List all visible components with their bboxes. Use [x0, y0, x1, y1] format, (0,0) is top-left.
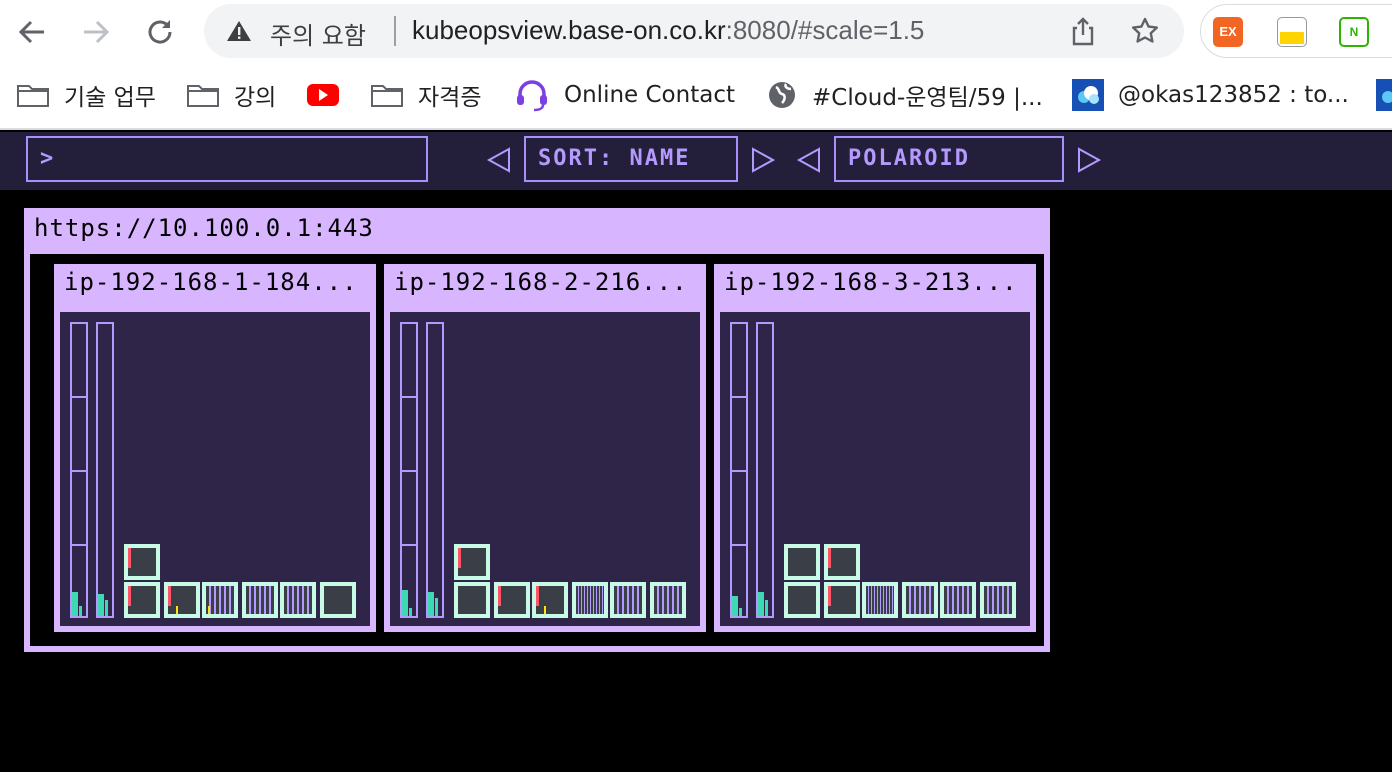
node-body	[60, 312, 370, 626]
extensions-area: EX N	[1200, 4, 1392, 58]
url-path: :8080/#scale=1.5	[725, 15, 925, 45]
cpu-bar	[730, 322, 748, 618]
pod[interactable]	[902, 582, 938, 618]
address-bar[interactable]: 주의 요함 kubeopsview.base-on.co.kr:8080/#sc…	[204, 4, 1184, 58]
memory-bar	[96, 322, 114, 618]
pod[interactable]	[940, 582, 976, 618]
node-name: ip-192-168-1-184...	[64, 268, 358, 296]
url-text[interactable]: kubeopsview.base-on.co.kr:8080/#scale=1.…	[412, 15, 924, 46]
pod[interactable]	[242, 582, 278, 618]
cpu-bar	[400, 322, 418, 618]
naver-extension-icon[interactable]: N	[1339, 17, 1369, 47]
pod[interactable]	[784, 544, 820, 580]
pod[interactable]	[494, 582, 530, 618]
forward-arrow-icon	[84, 20, 110, 44]
bookmark-folder-tech[interactable]: 기술 업무	[16, 78, 156, 112]
warning-icon	[227, 21, 251, 41]
browser-toolbar: 주의 요함 kubeopsview.base-on.co.kr:8080/#sc…	[0, 0, 1392, 64]
back-button[interactable]	[12, 12, 52, 52]
bookmark-label: 강의	[234, 85, 277, 111]
app-top-bar: > SORT: NAME POLAROID	[0, 132, 1392, 190]
filter-input[interactable]: >	[26, 136, 428, 182]
pod[interactable]	[784, 582, 820, 618]
bookmark-cloud-team[interactable]: #Cloud-운영팀/59 |...	[766, 78, 1043, 112]
bookmark-star-icon[interactable]	[1130, 16, 1160, 46]
bookmark-online-contact[interactable]: Online Contact	[514, 78, 735, 112]
pod[interactable]	[124, 582, 160, 618]
share-icon[interactable]	[1068, 16, 1098, 46]
translate-extension-icon[interactable]	[1277, 17, 1307, 47]
bookmarks-bar: 기술 업무 강의 자격증 Online Contact #Cloud-운영팀/5…	[0, 64, 1392, 130]
theme-next-icon[interactable]	[1076, 146, 1102, 174]
pod[interactable]	[124, 544, 160, 580]
node-name: ip-192-168-2-216...	[394, 268, 688, 296]
pod[interactable]	[280, 582, 316, 618]
cluster-box[interactable]: https://10.100.0.1:443 ip-192-168-1-184.…	[24, 208, 1050, 652]
cluster-url: https://10.100.0.1:443	[34, 214, 374, 242]
reload-button[interactable]	[140, 12, 180, 52]
folder-icon	[17, 85, 49, 107]
node-card[interactable]: ip-192-168-3-213...	[714, 264, 1036, 632]
ex-extension-icon[interactable]: EX	[1213, 17, 1243, 47]
node-card[interactable]: ip-192-168-2-216...	[384, 264, 706, 632]
bookmark-okas[interactable]: @okas123852 : to...	[1072, 78, 1349, 112]
pod[interactable]	[454, 544, 490, 580]
forward-button[interactable]	[76, 12, 116, 52]
cloud-icon	[1072, 79, 1104, 111]
headset-icon	[517, 80, 547, 112]
theme-selector[interactable]: POLAROID	[834, 136, 1064, 182]
cluster-nodes-area: ip-192-168-1-184... ip-192-168-2-216... …	[30, 254, 1044, 646]
pod[interactable]	[454, 582, 490, 618]
sort-next-icon[interactable]	[750, 146, 776, 174]
bookmark-folder-cert[interactable]: 자격증	[370, 78, 481, 112]
pod[interactable]	[610, 582, 646, 618]
pod[interactable]	[824, 544, 860, 580]
omnibox-divider	[394, 16, 396, 46]
bookmark-youtube[interactable]	[306, 78, 354, 112]
security-warning-text[interactable]: 주의 요함	[270, 16, 366, 51]
reload-icon	[148, 20, 172, 44]
pod[interactable]	[980, 582, 1016, 618]
bookmark-label: #Cloud-운영팀/59 |...	[812, 85, 1043, 111]
memory-bar	[756, 322, 774, 618]
bookmark-overflow[interactable]	[1376, 78, 1392, 112]
folder-icon	[187, 85, 219, 107]
bookmark-label: 기술 업무	[64, 85, 156, 111]
back-arrow-icon	[18, 20, 44, 44]
cpu-bar	[70, 322, 88, 618]
translate-extension-swatch	[1280, 32, 1304, 44]
node-body	[720, 312, 1030, 626]
url-host: kubeopsview.base-on.co.kr	[412, 15, 726, 45]
pod[interactable]	[532, 582, 568, 618]
cloud-icon	[1376, 79, 1392, 111]
bookmark-label: @okas123852 : to...	[1118, 82, 1349, 108]
theme-prev-icon[interactable]	[796, 146, 822, 174]
node-body	[390, 312, 700, 626]
youtube-icon	[307, 84, 339, 106]
pod[interactable]	[320, 582, 356, 618]
pod[interactable]	[202, 582, 238, 618]
pod[interactable]	[164, 582, 200, 618]
memory-bar	[426, 322, 444, 618]
node-card[interactable]: ip-192-168-1-184...	[54, 264, 376, 632]
bookmark-label: 자격증	[418, 85, 482, 111]
pod[interactable]	[572, 582, 608, 618]
pod[interactable]	[824, 582, 860, 618]
node-name: ip-192-168-3-213...	[724, 268, 1018, 296]
bookmark-folder-lecture[interactable]: 강의	[186, 78, 276, 112]
folder-icon	[371, 85, 403, 107]
globe-icon	[769, 82, 795, 108]
pod[interactable]	[862, 582, 898, 618]
sort-prev-icon[interactable]	[486, 146, 512, 174]
pod[interactable]	[650, 582, 686, 618]
bookmark-label: Online Contact	[564, 82, 735, 108]
sort-selector[interactable]: SORT: NAME	[524, 136, 738, 182]
kube-ops-view-app: > SORT: NAME POLAROID https://10.100.0.1…	[0, 132, 1392, 772]
